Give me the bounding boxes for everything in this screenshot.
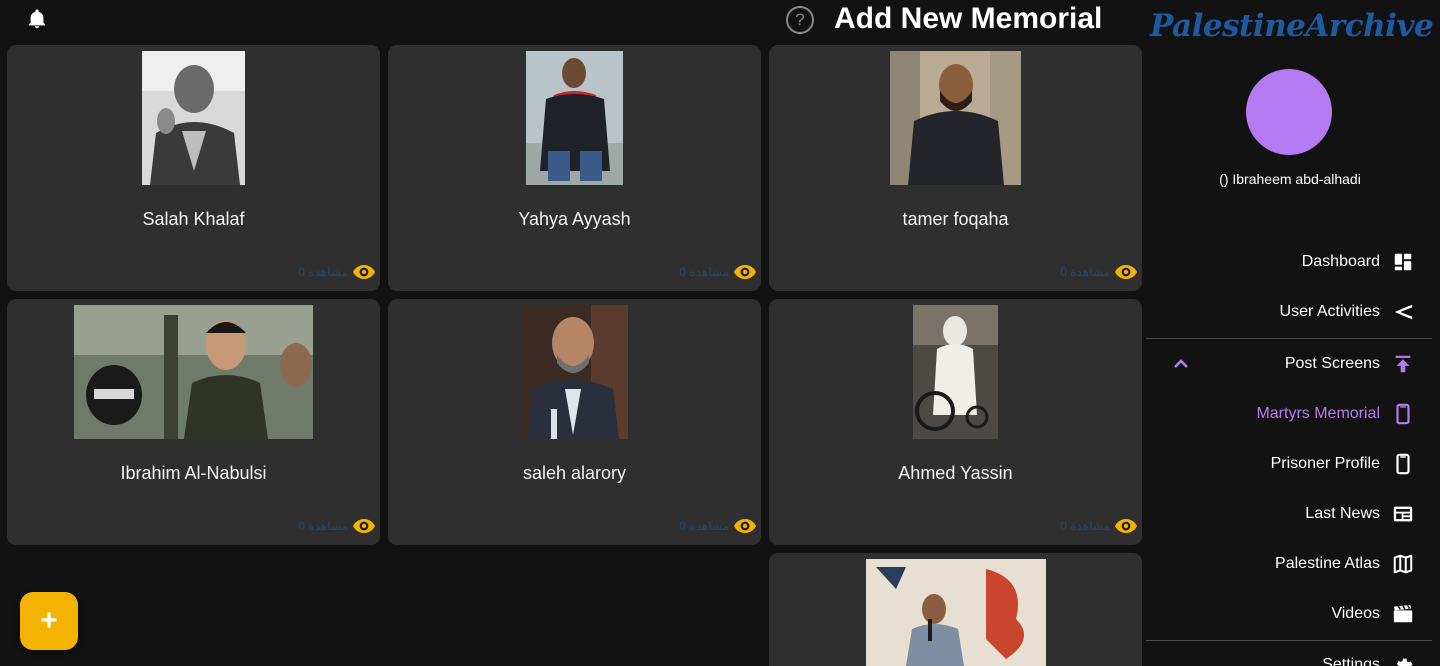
- views-count: 0 مشاهدة: [679, 265, 729, 279]
- eye-icon[interactable]: [733, 517, 757, 535]
- memorial-card[interactable]: tamer foqaha 0 مشاهدة: [769, 45, 1142, 291]
- sidebar-item-user-activities[interactable]: User Activities: [1280, 297, 1414, 327]
- views-count: 0 مشاهدة: [298, 519, 348, 533]
- memorial-photo: [913, 305, 998, 439]
- palestine-archive-logo: PalestineArchive: [1150, 8, 1434, 44]
- sidebar: PalestineArchive () Ibraheem abd-alhadi …: [1146, 0, 1440, 666]
- memorial-name: Ibrahim Al-Nabulsi: [120, 463, 267, 483]
- views-row: 0 مشاهدة: [679, 515, 757, 537]
- sidebar-item-dashboard[interactable]: Dashboard: [1302, 247, 1414, 277]
- gear-icon: [1396, 658, 1413, 666]
- memorial-photo: [866, 559, 1046, 666]
- sidebar-item-videos[interactable]: Videos: [1331, 599, 1414, 629]
- upload-icon: [1395, 355, 1411, 373]
- add-new-memorial-title[interactable]: Add New Memorial: [834, 2, 1102, 36]
- memorial-photo: [526, 51, 623, 185]
- memorial-card[interactable]: saleh alarory 0 مشاهدة: [388, 299, 761, 545]
- avatar[interactable]: [1246, 69, 1332, 155]
- views-count: 0 مشاهدة: [298, 265, 348, 279]
- views-row: 0 مشاهدة: [1060, 515, 1138, 537]
- views-count: 0 مشاهدة: [679, 519, 729, 533]
- views-row: 0 مشاهدة: [679, 261, 757, 283]
- memorial-name: Yahya Ayyash: [518, 209, 631, 229]
- memorial-card[interactable]: Yahya Ayyash 0 مشاهدة: [388, 45, 761, 291]
- eye-icon[interactable]: [733, 263, 757, 281]
- video-icon: [1393, 604, 1413, 623]
- sidebar-item-label: Videos: [1331, 605, 1380, 622]
- sidebar-item-last-news[interactable]: Last News: [1305, 499, 1414, 529]
- plus-icon: +: [40, 604, 58, 637]
- sidebar-item-label: Martyrs Memorial: [1256, 405, 1380, 422]
- views-row: 0 مشاهدة: [1060, 261, 1138, 283]
- phone-icon: [1396, 453, 1410, 475]
- app-root: ? Add New Memorial Salah Khalaf 0 مشاهدة: [0, 0, 1440, 666]
- eye-icon[interactable]: [1114, 517, 1138, 535]
- eye-icon[interactable]: [352, 263, 376, 281]
- memorial-card[interactable]: Ahmed Yassin 0 مشاهدة: [769, 299, 1142, 545]
- memorial-photo: [890, 51, 1021, 185]
- bell-icon[interactable]: [26, 8, 48, 30]
- memorial-card[interactable]: Ibrahim Al-Nabulsi 0 مشاهدة: [7, 299, 380, 545]
- divider: [1146, 338, 1432, 339]
- sidebar-item-label: Prisoner Profile: [1270, 455, 1380, 472]
- memorial-name: Ahmed Yassin: [898, 463, 1013, 483]
- map-icon: [1393, 554, 1413, 574]
- memorial-name: saleh alarory: [522, 463, 627, 483]
- memorial-card[interactable]: Salah Khalaf 0 مشاهدة: [7, 45, 380, 291]
- sidebar-item-prisoner-profile[interactable]: Prisoner Profile: [1271, 449, 1414, 479]
- sidebar-item-post-screens[interactable]: Post Screens: [1285, 349, 1414, 379]
- sidebar-item-settings[interactable]: Settings: [1322, 650, 1414, 666]
- memorial-card[interactable]: [769, 553, 1142, 666]
- user-name: () Ibraheem abd-alhadi: [1219, 171, 1361, 187]
- sidebar-item-label: Dashboard: [1301, 253, 1380, 270]
- help-icon[interactable]: ?: [786, 6, 814, 34]
- sidebar-item-label: Palestine Atlas: [1275, 555, 1380, 572]
- sidebar-item-palestine-atlas[interactable]: Palestine Atlas: [1275, 549, 1414, 579]
- sidebar-item-label: Last News: [1305, 505, 1380, 522]
- eye-icon[interactable]: [1114, 263, 1138, 281]
- sidebar-item-martyrs-memorial[interactable]: Martyrs Memorial: [1256, 399, 1414, 429]
- views-count: 0 مشاهدة: [1060, 265, 1110, 279]
- sidebar-item-label: User Activities: [1279, 303, 1380, 320]
- memorial-photo: [521, 305, 628, 439]
- chevron-up-icon[interactable]: [1172, 356, 1190, 370]
- dashboard-icon: [1394, 253, 1412, 271]
- sidebar-item-label: Post Screens: [1284, 355, 1380, 372]
- share-icon: [1394, 304, 1413, 320]
- memorial-photo: [142, 51, 245, 185]
- memorial-photo: [74, 305, 313, 439]
- eye-icon[interactable]: [352, 517, 376, 535]
- newspaper-icon: [1393, 506, 1413, 522]
- divider: [1146, 640, 1432, 641]
- phone-icon: [1396, 403, 1410, 425]
- memorial-name: tamer foqaha: [902, 209, 1009, 229]
- views-row: 0 مشاهدة: [298, 515, 376, 537]
- views-count: 0 مشاهدة: [1060, 519, 1110, 533]
- views-row: 0 مشاهدة: [298, 261, 376, 283]
- sidebar-item-label: Settings: [1322, 656, 1380, 666]
- add-memorial-button[interactable]: +: [20, 592, 78, 650]
- memorial-name: Salah Khalaf: [142, 209, 245, 229]
